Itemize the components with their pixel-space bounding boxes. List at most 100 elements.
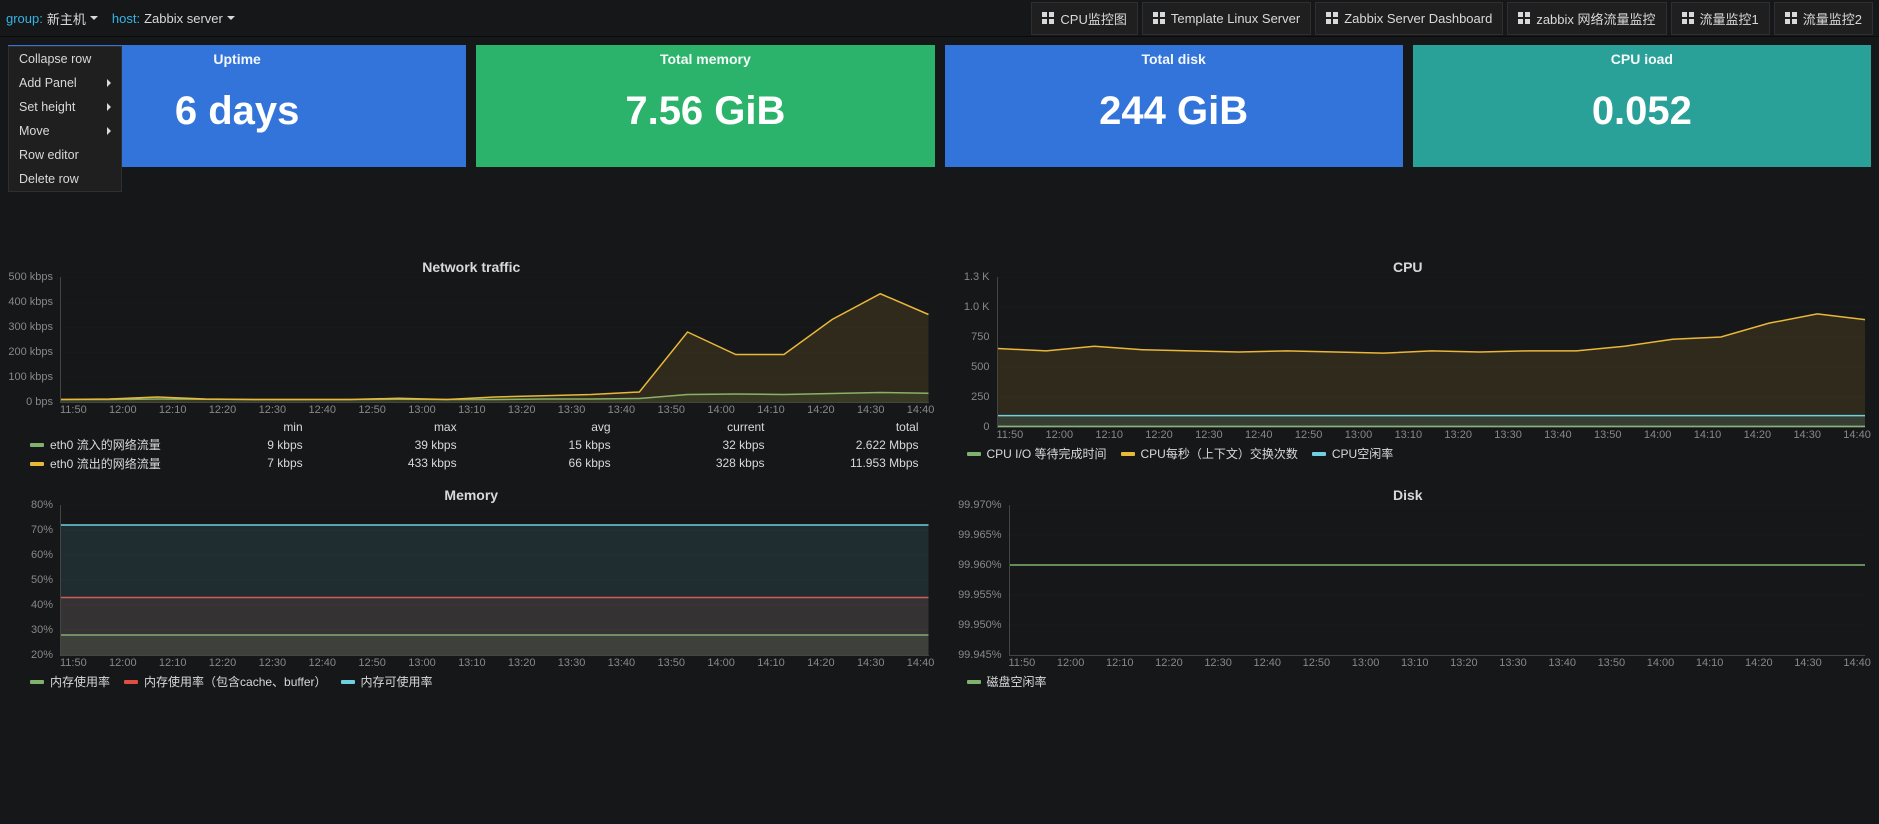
legend-item[interactable]: 内存使用率 (30, 672, 110, 691)
dashboard-link[interactable]: 流量监控2 (1774, 2, 1873, 35)
x-axis-label: 12:30 (1195, 429, 1223, 441)
topbar: group: 新主机 host: Zabbix server CPU监控图Tem… (0, 0, 1879, 37)
legend-value: 9 kbps (161, 437, 315, 455)
chevron-down-icon (227, 16, 235, 20)
legend-item[interactable]: CPU每秒（上下文）交换次数 (1121, 444, 1298, 463)
x-axis-label: 12:00 (109, 657, 137, 669)
y-axis-label: 100 kbps (8, 371, 53, 383)
x-axis-label: 13:40 (608, 404, 636, 416)
menu-row-editor[interactable]: Row editor (9, 143, 121, 167)
legend-network: eth0 流入的网络流量eth0 流出的网络流量 minmaxavgcurren… (8, 416, 935, 473)
x-axis-label: 13:40 (1548, 657, 1576, 669)
y-axis-label: 1.3 K (964, 271, 990, 283)
stat-value: 6 days (175, 89, 300, 134)
y-axis-label: 250 (971, 391, 989, 403)
x-axis-label: 13:50 (1594, 429, 1622, 441)
stat-cpu-load[interactable]: CPU ioad 0.052 (1413, 45, 1871, 167)
x-axis-label: 13:30 (558, 404, 586, 416)
legend-item[interactable]: CPU空闲率 (1312, 444, 1393, 463)
legend-header: current (623, 419, 777, 437)
stat-total-disk[interactable]: Total disk 244 GiB (945, 45, 1403, 167)
legend-item[interactable]: 内存使用率（包含cache、buffer） (124, 672, 327, 691)
plot-memory: 80%70%60%50%40%30%20% (60, 505, 929, 656)
x-axis-label: 13:20 (508, 404, 536, 416)
y-axis-label: 500 (971, 361, 989, 373)
panel-cpu[interactable]: CPU 1.3 K1.0 K7505002500 11:5012:0012:10… (945, 255, 1872, 473)
var-group[interactable]: group: 新主机 (6, 9, 98, 28)
grid-icon (1153, 12, 1165, 24)
legend-memory: 内存使用率内存使用率（包含cache、buffer） 内存可使用率 (8, 669, 935, 691)
stat-title: Total disk (1141, 51, 1205, 67)
panel-disk[interactable]: Disk 99.970%99.965%99.960%99.955%99.950%… (945, 483, 1872, 691)
panel-network[interactable]: Network traffic 500 kbps400 kbps300 kbps… (8, 255, 935, 473)
plot-network: 500 kbps400 kbps300 kbps200 kbps100 kbps… (60, 277, 929, 403)
plot-disk: 99.970%99.965%99.960%99.955%99.950%99.94… (1009, 505, 1866, 656)
menu-set-height[interactable]: Set height (9, 95, 121, 119)
dashboard-link-label: 流量监控2 (1803, 9, 1862, 28)
x-axis-label: 12:00 (109, 404, 137, 416)
x-axis-label: 12:30 (259, 657, 287, 669)
var-group-value: 新主机 (47, 9, 86, 28)
menu-collapse-row[interactable]: Collapse row (9, 47, 121, 71)
legend-swatch (1121, 452, 1135, 456)
y-axis-label: 30% (31, 624, 53, 636)
menu-delete-row[interactable]: Delete row (9, 167, 121, 191)
panel-title: CPU (945, 255, 1872, 277)
legend-label: 磁盘空闲率 (987, 673, 1047, 690)
x-axis-label: 11:50 (60, 657, 87, 669)
panel-memory[interactable]: Memory 80%70%60%50%40%30%20% 11:5012:001… (8, 483, 935, 691)
y-axis-label: 200 kbps (8, 346, 53, 358)
legend-header: min (161, 419, 315, 437)
stats-row: Uptime 6 days Total memory 7.56 GiB Tota… (0, 37, 1879, 167)
x-axis-label: 12:40 (1245, 429, 1273, 441)
legend-value: 32 kbps (623, 437, 777, 455)
x-axis-label: 12:20 (209, 404, 237, 416)
legend-header: avg (469, 419, 623, 437)
x-axis-label: 13:50 (1598, 657, 1626, 669)
grid-icon (1785, 12, 1797, 24)
legend-item[interactable]: 内存可使用率 (341, 672, 433, 691)
x-axis-label: 13:10 (458, 404, 486, 416)
panel-title: Disk (945, 483, 1872, 505)
dashboard-link[interactable]: CPU监控图 (1031, 2, 1137, 35)
dashboard-link[interactable]: 流量监控1 (1671, 2, 1770, 35)
stat-total-memory[interactable]: Total memory 7.56 GiB (476, 45, 934, 167)
legend-item[interactable]: 磁盘空闲率 (967, 672, 1047, 691)
legend-swatch (1312, 452, 1326, 456)
dashboard-link-label: 流量监控1 (1700, 9, 1759, 28)
x-axis-label: 12:30 (259, 404, 287, 416)
y-axis-label: 40% (31, 599, 53, 611)
grid-icon (1326, 12, 1338, 24)
legend-label: CPU I/O 等待完成时间 (987, 445, 1107, 462)
dashboard-link[interactable]: Zabbix Server Dashboard (1315, 2, 1503, 35)
x-axis-label: 12:50 (1295, 429, 1323, 441)
stat-title: CPU ioad (1611, 51, 1673, 67)
y-axis-label: 99.945% (958, 649, 1001, 661)
legend-item[interactable]: eth0 流入的网络流量 (30, 435, 161, 454)
x-axis-label: 14:10 (1696, 657, 1724, 669)
y-axis-label: 400 kbps (8, 296, 53, 308)
x-axis-label: 14:10 (1694, 429, 1722, 441)
y-axis-label: 500 kbps (8, 271, 53, 283)
legend-item[interactable]: eth0 流出的网络流量 (30, 454, 161, 473)
legend-item[interactable]: CPU I/O 等待完成时间 (967, 444, 1107, 463)
x-axis-label: 12:30 (1204, 657, 1232, 669)
dashboard-link-label: zabbix 网络流量监控 (1536, 9, 1655, 28)
menu-move[interactable]: Move (9, 119, 121, 143)
x-axis-label: 13:30 (558, 657, 586, 669)
x-axis-label: 13:50 (658, 657, 686, 669)
var-host[interactable]: host: Zabbix server (112, 11, 235, 26)
x-axis-label: 11:50 (997, 429, 1024, 441)
stat-value: 0.052 (1592, 89, 1692, 134)
x-axis-label: 12:00 (1057, 657, 1085, 669)
menu-add-panel[interactable]: Add Panel (9, 71, 121, 95)
x-axis-label: 11:50 (60, 404, 87, 416)
legend-header: max (315, 419, 469, 437)
x-axis-label: 13:20 (1444, 429, 1472, 441)
dashboard-link[interactable]: Template Linux Server (1142, 2, 1311, 35)
y-axis-label: 99.970% (958, 499, 1001, 511)
x-axis-label: 13:40 (608, 657, 636, 669)
dashboard-link[interactable]: zabbix 网络流量监控 (1507, 2, 1666, 35)
stat-value: 244 GiB (1099, 89, 1248, 134)
legend-label: CPU空闲率 (1332, 445, 1393, 462)
